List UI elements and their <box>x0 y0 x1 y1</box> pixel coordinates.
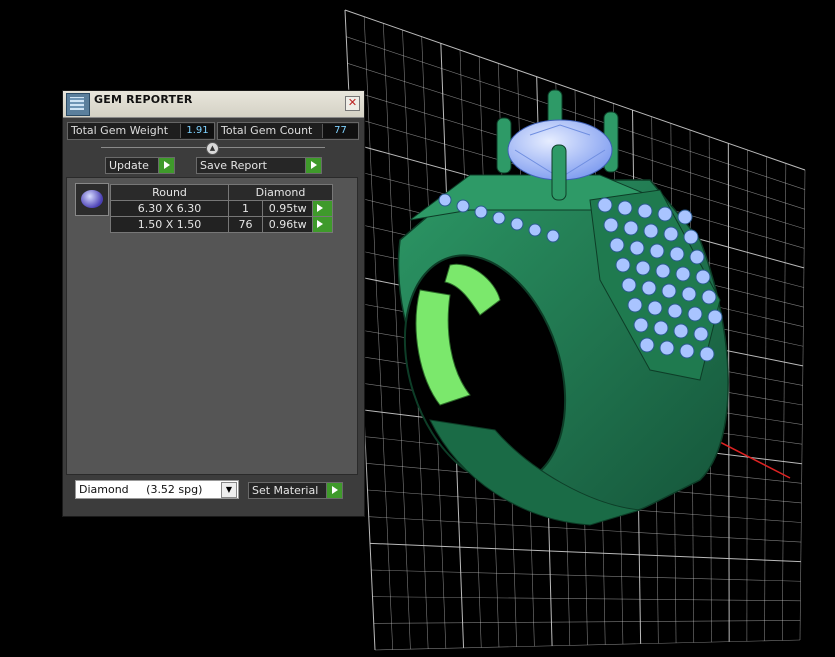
pave-gem <box>661 283 677 299</box>
gem-count: 76 <box>228 216 263 233</box>
pave-gem <box>681 286 697 302</box>
table-row[interactable]: 6.30 X 6.30 1 0.95tw <box>110 200 333 217</box>
pave-gem <box>701 289 717 305</box>
gem-weight: 0.95tw <box>261 200 314 217</box>
save-report-button[interactable]: Save Report <box>196 157 322 174</box>
pave-gem <box>474 205 488 219</box>
pave-gem <box>639 337 655 353</box>
pave-gem <box>438 193 452 207</box>
gem-list-area[interactable]: Round Diamond 6.30 X 6.30 1 0.95tw 1.50 … <box>66 177 358 475</box>
total-gem-weight: Total Gem Weight 1.91 <box>67 122 215 140</box>
set-material-button[interactable]: Set Material <box>248 482 343 499</box>
pave-gem <box>683 229 699 245</box>
pave-gem <box>615 257 631 273</box>
pave-gem <box>623 220 639 236</box>
pave-gem <box>633 317 649 333</box>
pave-gem <box>510 217 524 231</box>
pave-gem <box>641 280 657 296</box>
play-arrow-icon <box>305 158 321 173</box>
collapse-knob-icon[interactable]: ▲ <box>206 142 219 155</box>
pave-gem <box>597 197 613 213</box>
pave-gem <box>609 237 625 253</box>
pave-gem <box>675 266 691 282</box>
pave-gem <box>649 243 665 259</box>
pave-gem <box>693 326 709 342</box>
gem-weight: 0.96tw <box>261 216 314 233</box>
row-select-arrow-icon[interactable] <box>312 216 333 233</box>
pave-gem <box>546 229 560 243</box>
pave-gem <box>635 260 651 276</box>
panel-titlebar[interactable]: GEM REPORTER ✕ <box>63 91 364 118</box>
chevron-down-icon[interactable]: ▼ <box>221 482 237 498</box>
column-header-material: Diamond <box>228 184 333 201</box>
pave-gem <box>621 277 637 293</box>
pave-gem <box>456 199 470 213</box>
pave-gem <box>689 249 705 265</box>
pave-gem <box>663 226 679 242</box>
total-gem-count-value: 77 <box>322 124 358 138</box>
pave-gem <box>657 206 673 222</box>
material-select-value: Diamond (3.52 spg) <box>79 483 203 496</box>
pave-gem <box>687 306 703 322</box>
pave-gem <box>667 303 683 319</box>
pave-gem <box>677 209 693 225</box>
pave-gem <box>699 346 715 362</box>
pave-gem <box>679 343 695 359</box>
total-gem-weight-label: Total Gem Weight <box>71 124 169 137</box>
update-button-label: Update <box>109 159 149 172</box>
update-button[interactable]: Update <box>105 157 175 174</box>
pave-gem <box>629 240 645 256</box>
gem-table: Round Diamond 6.30 X 6.30 1 0.95tw 1.50 … <box>110 184 333 233</box>
pave-gem <box>637 203 653 219</box>
play-arrow-icon <box>158 158 174 173</box>
column-header-shape: Round <box>110 184 229 201</box>
row-select-arrow-icon[interactable] <box>312 200 333 217</box>
gem-count: 1 <box>228 200 263 217</box>
pave-gem <box>617 200 633 216</box>
grid-line <box>746 149 748 642</box>
pave-gem <box>643 223 659 239</box>
pave-gem <box>673 323 689 339</box>
pave-gem <box>669 246 685 262</box>
panel-title: GEM REPORTER <box>94 93 193 106</box>
set-material-button-label: Set Material <box>252 484 319 497</box>
material-select[interactable]: Diamond (3.52 spg) ▼ <box>75 480 239 499</box>
close-icon[interactable]: ✕ <box>345 96 360 111</box>
pave-gem <box>707 309 723 325</box>
table-header-row: Round Diamond <box>110 184 333 201</box>
pave-gem <box>695 269 711 285</box>
pave-gem <box>603 217 619 233</box>
pave-gem <box>492 211 506 225</box>
total-gem-count: Total Gem Count 77 <box>217 122 359 140</box>
gem-reporter-icon <box>66 93 90 116</box>
pave-gem <box>653 320 669 336</box>
gem-size: 1.50 X 1.50 <box>110 216 229 233</box>
round-gem-icon[interactable] <box>75 183 109 216</box>
total-gem-count-label: Total Gem Count <box>221 124 313 137</box>
gem-reporter-panel: GEM REPORTER ✕ Total Gem Weight 1.91 Tot… <box>62 90 365 517</box>
save-report-button-label: Save Report <box>200 159 267 172</box>
pave-gem <box>659 340 675 356</box>
play-arrow-icon <box>326 483 342 498</box>
pave-gem <box>528 223 542 237</box>
pave-gem <box>627 297 643 313</box>
pave-gem <box>647 300 663 316</box>
table-row[interactable]: 1.50 X 1.50 76 0.96tw <box>110 216 333 233</box>
gem-size: 6.30 X 6.30 <box>110 200 229 217</box>
total-gem-weight-value: 1.91 <box>180 124 214 138</box>
ring-model[interactable] <box>377 89 729 526</box>
pave-gem <box>655 263 671 279</box>
